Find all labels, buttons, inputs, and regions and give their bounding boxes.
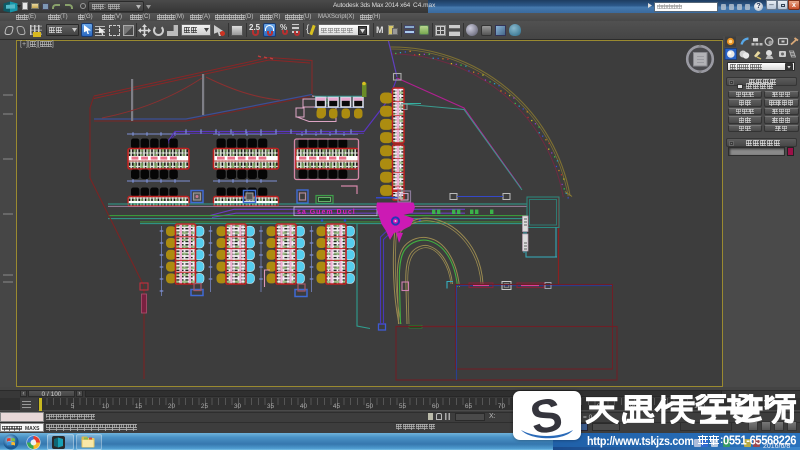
svg-text:S: S (526, 391, 566, 440)
svg-text:sa Guem Ducl: sa Guem Ducl (297, 209, 356, 216)
